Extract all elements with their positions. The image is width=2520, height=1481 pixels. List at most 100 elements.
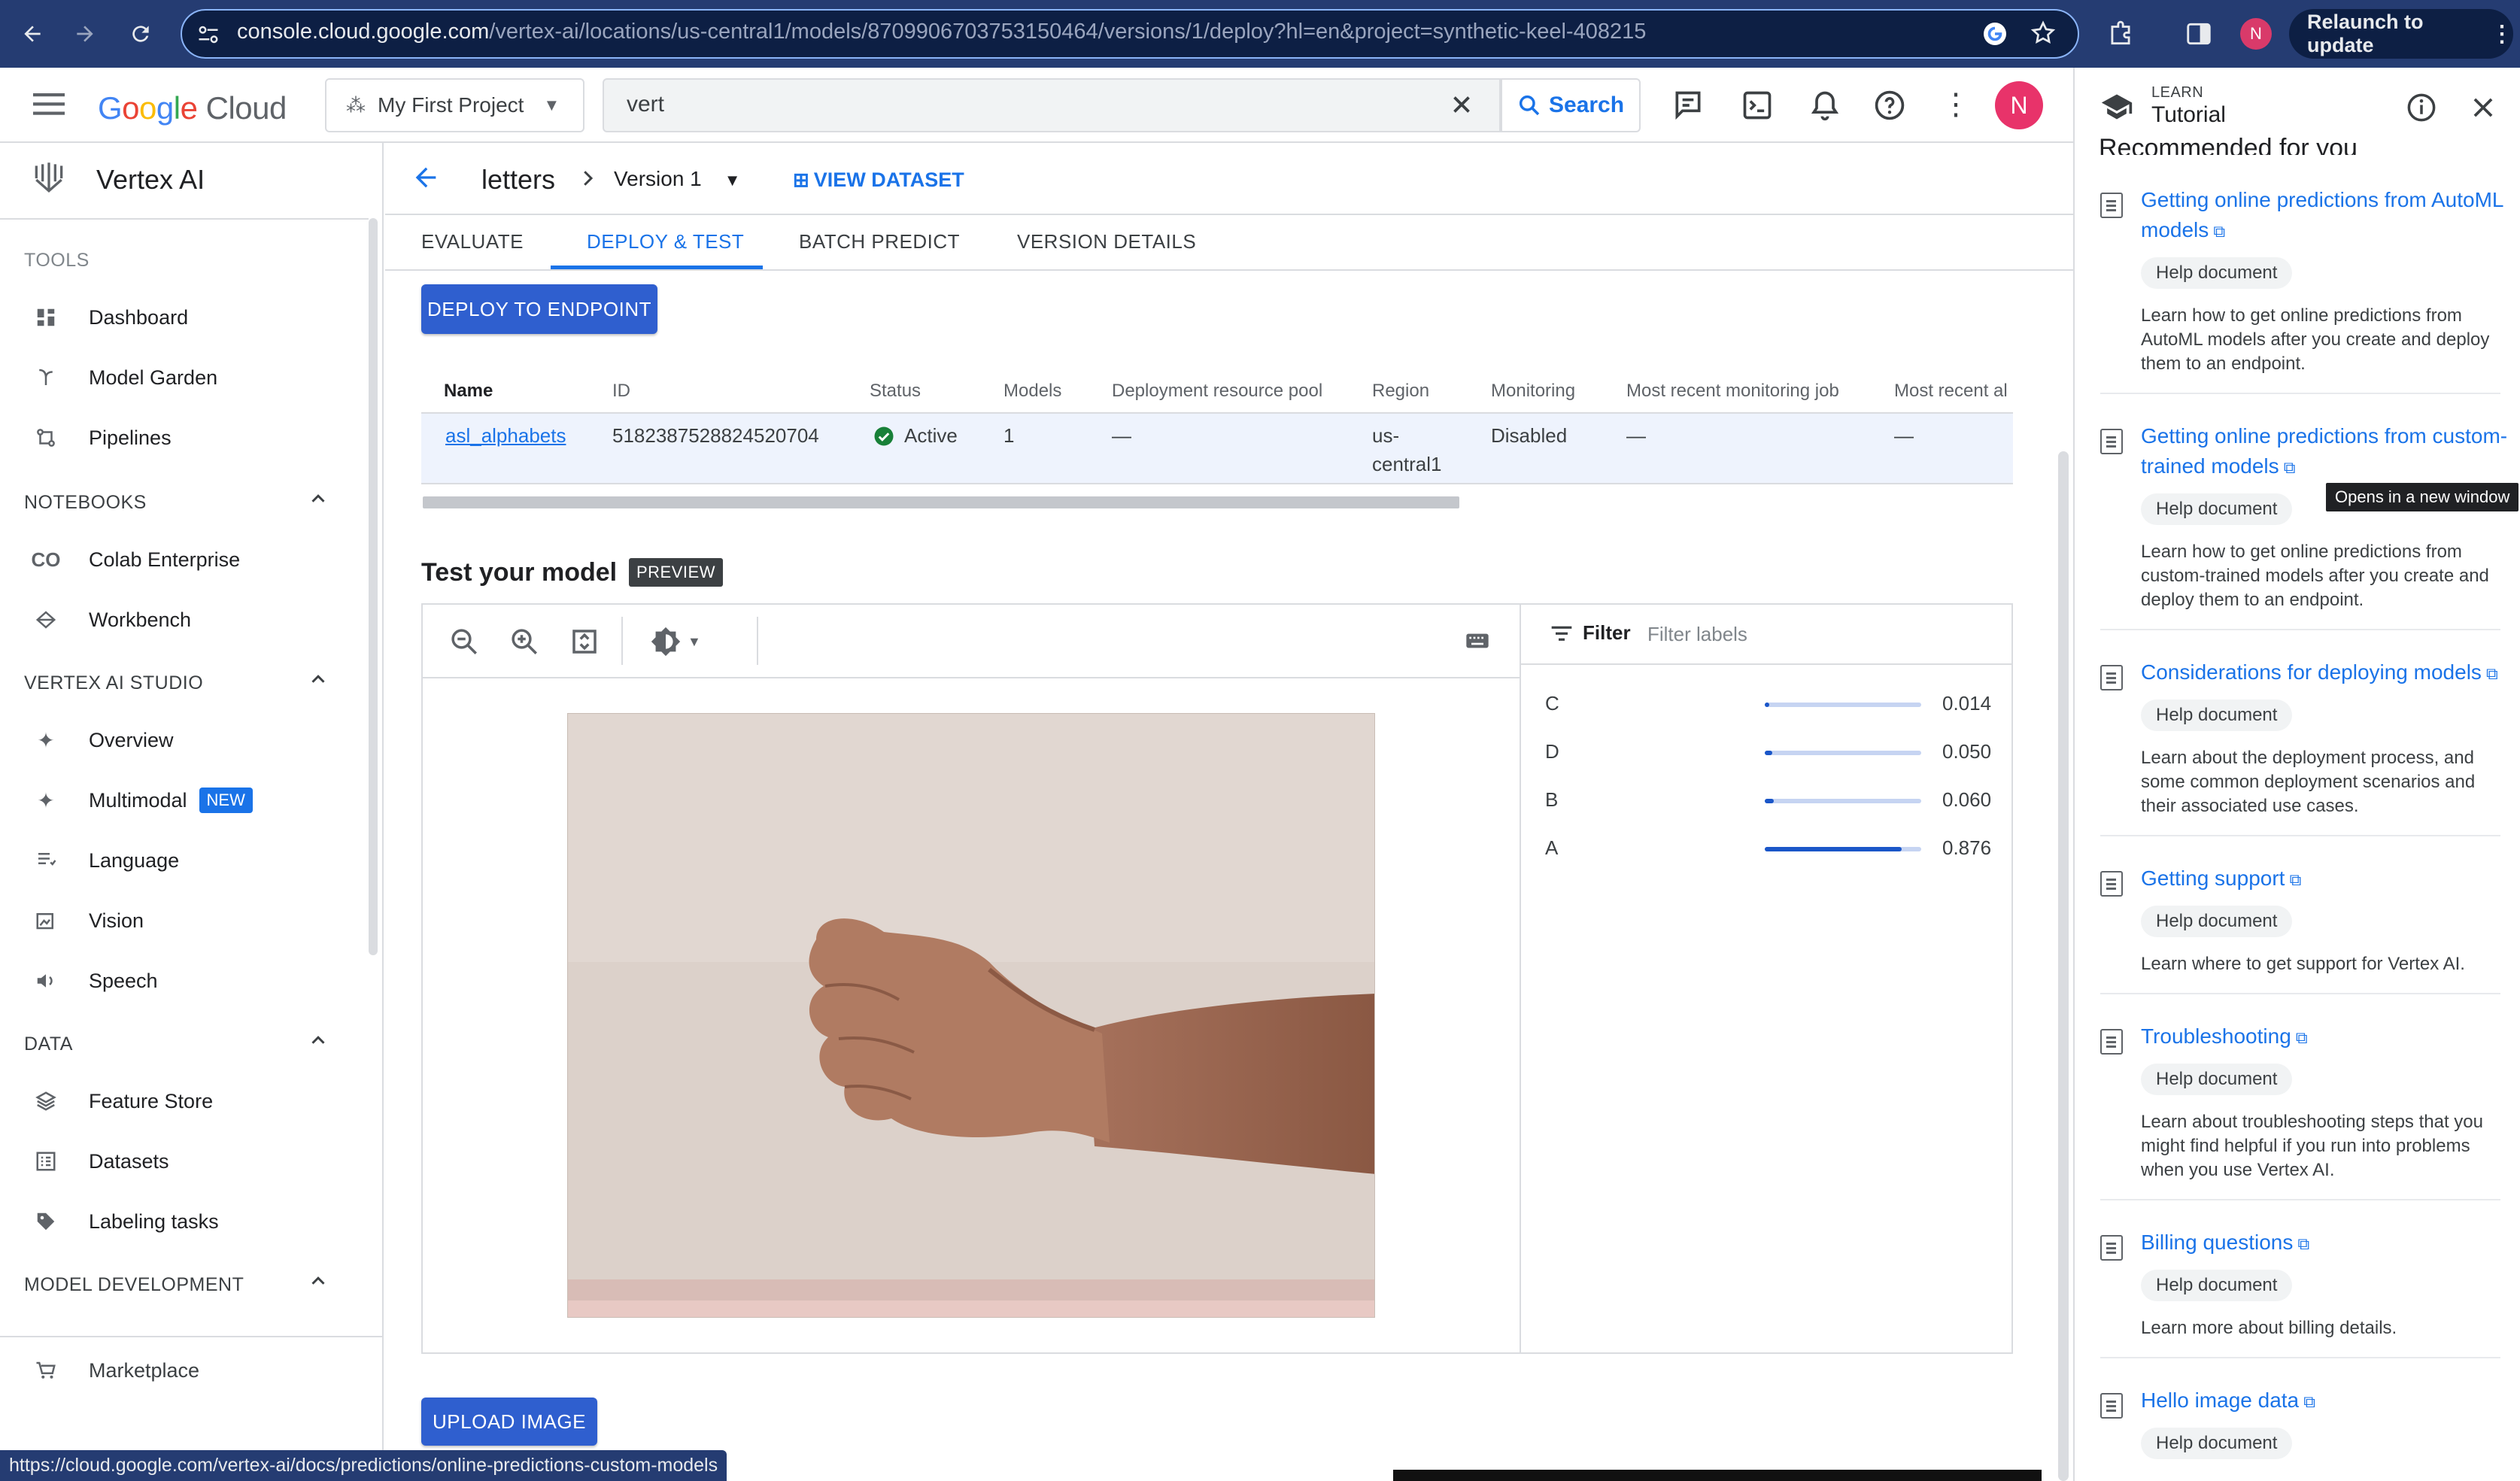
check-circle-icon <box>874 426 894 445</box>
nav-item-speech[interactable]: Speech <box>33 958 364 1003</box>
confidence-value: 0.014 <box>1942 692 1992 715</box>
nav-item-dashboard[interactable]: Dashboard <box>33 295 364 340</box>
column-header[interactable]: Most recent al <box>1894 381 2011 402</box>
browser-profile-avatar[interactable]: N <box>2240 18 2272 50</box>
confidence-value: 0.060 <box>1942 788 1992 811</box>
endpoint-name-link[interactable]: asl_alphabets <box>445 424 566 448</box>
learn-card-link[interactable]: Considerations for deploying models ⧉ <box>2141 657 2509 689</box>
fit-to-screen-icon[interactable] <box>569 626 600 657</box>
nav-item-marketplace[interactable]: Marketplace <box>33 1348 364 1393</box>
tab-batch-predict[interactable]: BATCH PREDICT <box>799 230 960 253</box>
cloud-shell-icon[interactable] <box>1741 89 1774 122</box>
back-arrow-icon[interactable] <box>15 17 50 51</box>
column-header[interactable]: Region <box>1372 381 1429 402</box>
tab-deploy-and-test[interactable]: DEPLOY & TEST <box>587 230 744 253</box>
learn-card-link[interactable]: Getting online predictions from custom-t… <box>2141 421 2509 483</box>
learn-card-link[interactable]: Getting online predictions from AutoML m… <box>2141 185 2509 247</box>
extensions-icon[interactable] <box>2106 20 2135 48</box>
learn-card-link[interactable]: Billing questions ⧉ <box>2141 1228 2509 1259</box>
card-divider <box>2100 1199 2500 1200</box>
nav-item-language[interactable]: Language <box>33 838 364 883</box>
document-icon <box>2100 665 2123 690</box>
brightness-menu-button[interactable]: ▼ <box>648 624 701 659</box>
project-picker[interactable]: ⁂ My First Project ▼ <box>325 78 584 132</box>
filter-button[interactable]: Filter <box>1550 621 1631 645</box>
learn-card-description: Learn how to get online predictions from… <box>2141 542 2489 610</box>
prediction-label: C <box>1545 692 1559 715</box>
column-header[interactable]: Name <box>444 381 493 402</box>
back-arrow-icon[interactable] <box>411 162 441 193</box>
learn-card-link[interactable]: Getting support ⧉ <box>2141 863 2509 895</box>
deploy-to-endpoint-button[interactable]: DEPLOY TO ENDPOINT <box>421 284 657 334</box>
nav-item-feature-store[interactable]: Feature Store <box>33 1079 364 1124</box>
active-tab-indicator <box>551 266 763 269</box>
nav-item-model-garden[interactable]: Model Garden <box>33 355 364 400</box>
google-lens-icon[interactable] <box>1981 20 2008 47</box>
help-icon[interactable] <box>1873 89 1906 122</box>
notifications-bell-icon[interactable] <box>1808 89 1841 122</box>
clear-search-icon[interactable] <box>1447 90 1476 119</box>
column-header[interactable]: ID <box>612 381 630 402</box>
nav-item-multimodal[interactable]: ✦ Multimodal NEW <box>33 778 364 823</box>
search-button[interactable]: Search <box>1501 78 1641 132</box>
version-selector[interactable]: Version 1 ▼ <box>614 167 741 191</box>
google-cloud-logo[interactable]: Google Cloud <box>98 90 287 126</box>
card-divider <box>2100 993 2500 994</box>
column-header[interactable]: Models <box>1003 381 1061 402</box>
toolbar-divider <box>757 617 758 665</box>
more-options-icon[interactable]: ⋮ <box>1941 87 1971 122</box>
column-header[interactable]: Deployment resource pool <box>1112 381 1322 402</box>
learn-card-link[interactable]: Troubleshooting ⧉ <box>2141 1021 2509 1053</box>
test-model-title: Test your model <box>421 558 618 587</box>
nav-item-labeling-tasks[interactable]: Labeling tasks <box>33 1199 364 1244</box>
filter-labels-input[interactable]: Filter labels <box>1647 623 1747 646</box>
column-header[interactable]: Status <box>870 381 921 402</box>
zoom-out-icon[interactable] <box>448 626 480 657</box>
info-icon[interactable] <box>2406 92 2437 123</box>
bookmark-star-icon[interactable] <box>2030 20 2057 47</box>
zoom-in-icon[interactable] <box>509 626 540 657</box>
recent-monitoring-job: — <box>1626 424 1646 447</box>
tab-evaluate[interactable]: EVALUATE <box>421 230 524 253</box>
column-header[interactable]: Most recent monitoring job <box>1626 381 1839 402</box>
column-header[interactable]: Monitoring <box>1491 381 1575 402</box>
view-dataset-link[interactable]: ⊞ VIEW DATASET <box>793 168 964 192</box>
nav-item-vision[interactable]: Vision <box>33 898 364 943</box>
status-bar-url: https://cloud.google.com/vertex-ai/docs/… <box>0 1450 727 1481</box>
collapse-chevron-icon[interactable] <box>307 1270 329 1292</box>
filter-label: Filter <box>1583 621 1631 644</box>
search-input[interactable] <box>603 78 1501 132</box>
document-icon <box>2100 1235 2123 1261</box>
nav-item-overview[interactable]: ✦ Overview <box>33 718 364 763</box>
site-info-icon[interactable] <box>197 24 220 45</box>
nav-label: Labeling tasks <box>89 1209 219 1233</box>
nav-item-colab-enterprise[interactable]: CO Colab Enterprise <box>32 537 364 582</box>
nav-item-pipelines[interactable]: Pipelines <box>33 415 364 460</box>
table-horizontal-scrollbar[interactable] <box>423 496 1459 508</box>
tab-version-details[interactable]: VERSION DETAILS <box>1017 230 1196 253</box>
account-avatar[interactable]: N <box>1995 81 2043 129</box>
reload-icon[interactable] <box>123 17 158 51</box>
nav-item-workbench[interactable]: Workbench <box>33 597 364 642</box>
main-scrollbar[interactable] <box>2058 451 2069 1481</box>
upload-image-button[interactable]: UPLOAD IMAGE <box>421 1398 597 1446</box>
open-in-new-icon: ⧉ <box>2209 222 2226 241</box>
nav-scrollbar[interactable] <box>369 218 378 955</box>
collapse-chevron-icon[interactable] <box>307 1029 329 1052</box>
learn-card-description: Learn about the deployment process, and … <box>2141 748 2476 816</box>
nav-label: Multimodal <box>89 788 187 812</box>
side-panel-icon[interactable] <box>2185 20 2213 48</box>
relaunch-to-update-button[interactable]: Relaunch to update ⋮ <box>2289 9 2513 59</box>
collapse-chevron-icon[interactable] <box>307 668 329 690</box>
nav-item-datasets[interactable]: Datasets <box>33 1139 364 1184</box>
feedback-icon[interactable] <box>1671 89 1705 122</box>
close-panel-icon[interactable] <box>2469 93 2497 122</box>
keyboard-shortcuts-icon[interactable] <box>1465 630 1489 651</box>
learn-card-link[interactable]: Hello image data ⧉ <box>2141 1385 2509 1417</box>
learn-card-title: Getting online predictions from custom-t… <box>2141 424 2508 478</box>
main-menu-icon[interactable] <box>33 90 65 117</box>
collapse-chevron-icon[interactable] <box>307 487 329 510</box>
forward-arrow-icon[interactable] <box>68 17 102 51</box>
search-icon <box>1519 95 1540 116</box>
status-cell: Active <box>873 424 958 448</box>
